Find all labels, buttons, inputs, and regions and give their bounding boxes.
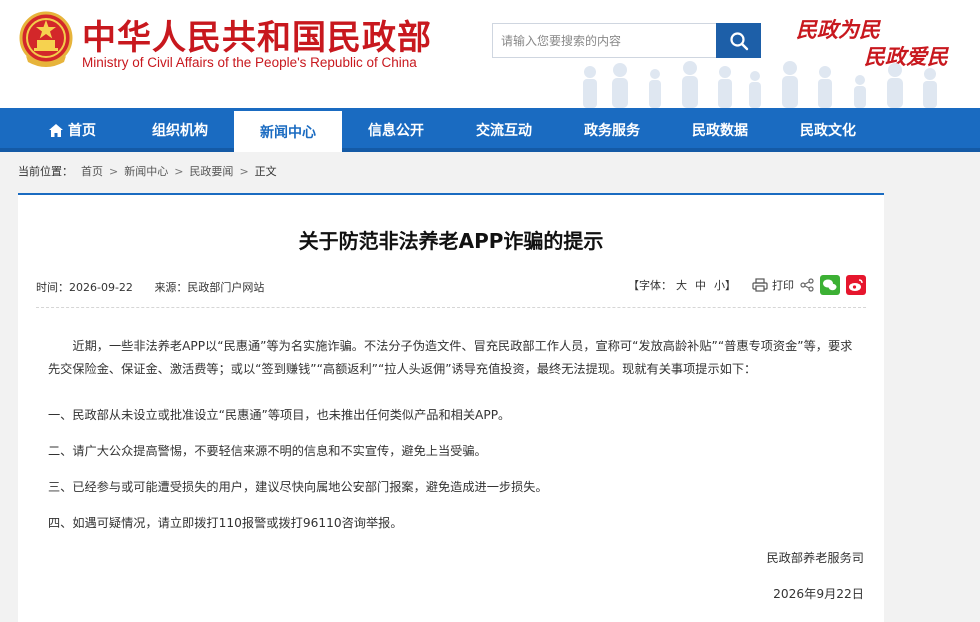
site-subtitle: Ministry of Civil Affairs of the People'… xyxy=(82,55,417,70)
nav-item-organization[interactable]: 组织机构 xyxy=(126,108,234,152)
main-nav: 首页 组织机构 新闻中心 信息公开 交流互动 政务服务 民政数据 民政文化 xyxy=(0,108,980,152)
font-size-small[interactable]: 小】 xyxy=(714,277,736,293)
breadcrumb-home[interactable]: 首页 xyxy=(81,163,103,179)
nav-item-info-disclosure[interactable]: 信息公开 xyxy=(342,108,450,152)
nav-item-news-center[interactable]: 新闻中心 xyxy=(234,108,342,152)
printer-icon xyxy=(752,278,768,292)
article-source: 来源：民政部门户网站 xyxy=(154,281,265,294)
chevron-right-icon: > xyxy=(109,164,119,178)
breadcrumb: 当前位置： 首页 > 新闻中心 > 民政要闻 > 正文 xyxy=(18,163,277,179)
article-point-4: 四、如遇可疑情况，请立即拨打110报警或拨打96110咨询举报。 xyxy=(48,516,403,530)
article-signature: 民政部养老服务司 xyxy=(766,551,865,565)
article-meta: 时间：2026-09-22 来源：民政部门户网站 xyxy=(36,279,282,295)
national-emblem-icon[interactable] xyxy=(18,10,74,70)
article-intro-paragraph: 近期，一些非法养老APP以“民惠通”等为名实施诈骗。不法分子伪造文件、冒充民政部… xyxy=(48,339,853,376)
breadcrumb-news[interactable]: 民政要闻 xyxy=(189,163,233,179)
article-panel: 关于防范非法养老APP诈骗的提示 时间：2026-09-22 来源：民政部门户网… xyxy=(18,193,884,622)
nav-item-data[interactable]: 民政数据 xyxy=(666,108,774,152)
chevron-right-icon: > xyxy=(174,164,184,178)
site-header: 中华人民共和国民政部 Ministry of Civil Affairs of … xyxy=(0,0,980,108)
search-button[interactable] xyxy=(716,23,761,58)
search-input[interactable] xyxy=(492,23,716,58)
chevron-right-icon: > xyxy=(239,164,249,178)
breadcrumb-label: 当前位置： xyxy=(18,165,73,178)
share-icon[interactable] xyxy=(800,278,814,292)
people-silhouette-decoration xyxy=(583,61,937,108)
nav-item-culture[interactable]: 民政文化 xyxy=(774,108,882,152)
article-point-3: 三、已经参与或可能遭受损失的用户，建议尽快向属地公安部门报案，避免造成进一步损失… xyxy=(48,480,548,494)
article-date: 时间：2026-09-22 xyxy=(36,281,133,294)
divider xyxy=(36,307,866,308)
home-icon xyxy=(49,123,63,137)
slogan-line-1: 民政为民 xyxy=(796,17,880,42)
nav-item-gov-services[interactable]: 政务服务 xyxy=(558,108,666,152)
site-title[interactable]: 中华人民共和国民政部 xyxy=(82,10,432,59)
print-label: 打印 xyxy=(772,279,794,292)
nav-item-interaction[interactable]: 交流互动 xyxy=(450,108,558,152)
wechat-icon[interactable] xyxy=(820,275,840,295)
font-size-large[interactable]: 大 xyxy=(676,277,687,293)
weibo-icon[interactable] xyxy=(846,275,866,295)
breadcrumb-news-center[interactable]: 新闻中心 xyxy=(124,163,168,179)
article-sign-date: 2026年9月22日 xyxy=(773,587,864,601)
article-point-1: 一、民政部从未设立或批准设立“民惠通”等项目，也未推出任何类似产品和相关APP。 xyxy=(48,408,511,422)
article-title: 关于防范非法养老APP诈骗的提示 xyxy=(298,229,604,253)
nav-item-label: 首页 xyxy=(68,123,96,139)
search-icon xyxy=(729,31,748,50)
breadcrumb-current: 正文 xyxy=(254,165,277,178)
print-button[interactable]: 打印 xyxy=(752,277,794,293)
font-size-medium[interactable]: 中 xyxy=(695,277,706,293)
font-size-label: 【字体： xyxy=(628,279,672,292)
nav-item-home[interactable]: 首页 xyxy=(18,108,126,152)
article-tools: 【字体： 大 中 小】 打印 xyxy=(628,275,866,295)
article-point-2: 二、请广大公众提高警惕，不要轻信来源不明的信息和不实宣传，避免上当受骗。 xyxy=(48,444,487,458)
